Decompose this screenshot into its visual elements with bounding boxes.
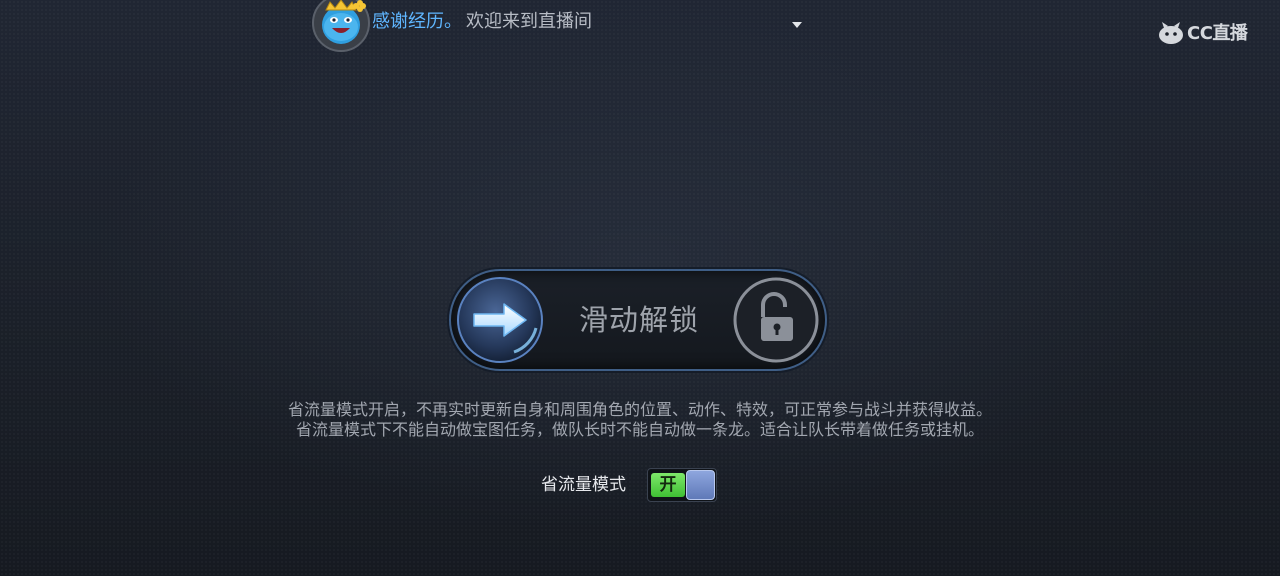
data-saving-mode-row: 省流量模式 开: [0, 468, 1280, 502]
arrow-right-icon: [457, 277, 543, 363]
toggle-on-label: 开: [651, 473, 685, 497]
broadcast-text: 欢迎来到直播间: [466, 11, 592, 32]
broadcast-message: 感谢经历。 欢迎来到直播间: [372, 10, 592, 34]
data-saving-mode-label: 省流量模式: [541, 475, 626, 495]
broadcast-username[interactable]: 感谢经历。: [372, 11, 462, 32]
description-line-1: 省流量模式开启，不再实时更新自身和周围角色的位置、动作、特效，可正常参与战斗并获…: [287, 400, 992, 419]
data-saving-mode-toggle[interactable]: 开: [647, 468, 717, 502]
cc-live-logo: CC直播: [1158, 16, 1248, 48]
avatar-face-icon: [312, 0, 370, 52]
description-line-2: 省流量模式下不能自动做宝图任务，做队长时不能自动做一条龙。适合让队长带着做任务或…: [295, 420, 984, 439]
slide-to-unlock[interactable]: 滑动解锁: [449, 269, 827, 371]
unlock-slider-knob[interactable]: [456, 276, 544, 364]
unlock-label: 滑动解锁: [578, 303, 699, 337]
data-saving-description: 省流量模式开启，不再实时更新自身和周围角色的位置、动作、特效，可正常参与战斗并获…: [140, 400, 1140, 440]
top-bar: 感谢经历。 欢迎来到直播间 CC直播: [0, 0, 1280, 52]
cc-logo-text: CC直播: [1187, 23, 1248, 44]
avatar[interactable]: [312, 0, 370, 52]
unlocked-padlock-icon: [733, 277, 819, 363]
toggle-thumb[interactable]: [686, 470, 715, 500]
cc-live-logo-icon: [1159, 22, 1183, 44]
dropdown-arrow-icon[interactable]: [790, 16, 804, 28]
